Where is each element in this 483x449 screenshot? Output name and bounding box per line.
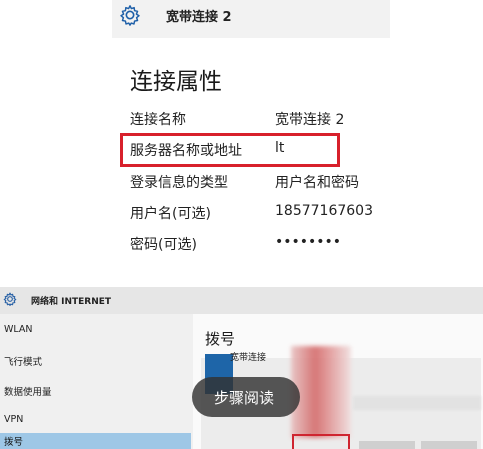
prop-label: 登录信息的类型 [130,175,228,191]
nav-item-data-usage[interactable]: 数据使用量 [4,384,52,398]
nav-item-vpn[interactable]: VPN [4,414,23,425]
nav-item-airplane[interactable]: 飞行模式 [4,354,42,368]
blurred-region [353,396,481,410]
prop-label: 连接名称 [130,112,186,128]
button-stub[interactable] [421,441,477,449]
sidebar: WLAN 飞行模式 数据使用量 VPN 拨号 [0,314,193,449]
highlight-box [120,133,340,167]
prop-label: 用户名(可选) [130,206,211,222]
prop-row-login-type: 登录信息的类型 用户名和密码 [130,172,430,194]
prop-label: 密码(可选) [130,237,197,253]
prop-value: •••••••• [275,234,342,250]
connection-header: 宽带连接 2 [112,0,390,38]
content-title: 拨号 [205,330,236,348]
button-stub[interactable] [359,441,415,449]
prop-row-username: 用户名(可选) 18577167603 [130,203,430,225]
prop-value: 宽带连接 2 [275,112,345,128]
nav-item-wlan[interactable]: WLAN [4,324,33,335]
page-title: 连接属性 [130,69,222,95]
step-reading-button[interactable]: 步骤阅读 [192,377,300,417]
prop-row-connection-name: 连接名称 宽带连接 2 [130,109,430,131]
prop-value: 用户名和密码 [275,175,359,191]
blurred-region [291,346,351,438]
prop-value: 18577167603 [275,203,373,219]
highlight-box [292,434,350,449]
connection-name: 宽带连接 [230,353,267,363]
settings-window: 网络和 INTERNET WLAN 飞行模式 数据使用量 VPN 拨号 拨号 宽… [0,287,483,449]
window-titlebar: 网络和 INTERNET [0,287,483,314]
gear-icon[interactable] [119,4,141,26]
window-title: 网络和 INTERNET [31,297,112,307]
gear-icon[interactable] [3,292,17,306]
connection-title: 宽带连接 2 [166,10,232,25]
prop-row-password: 密码(可选) •••••••• [130,234,430,256]
nav-item-dialup[interactable]: 拨号 [0,433,191,449]
